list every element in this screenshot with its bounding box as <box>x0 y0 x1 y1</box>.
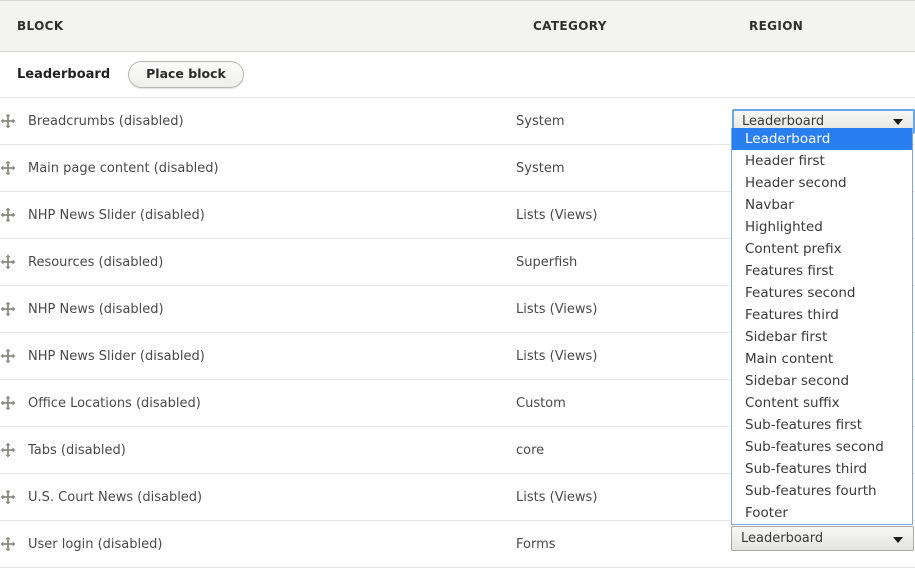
region-option[interactable]: Content suffix <box>732 392 912 414</box>
column-header-category-label: CATEGORY <box>533 19 607 33</box>
block-name-label: User login (disabled) <box>28 536 163 552</box>
category-label: System <box>516 113 565 129</box>
region-option[interactable]: Footer <box>732 502 912 524</box>
cell-block: Main page content (disabled) <box>0 144 516 192</box>
move-drag-icon[interactable] <box>0 395 20 411</box>
move-drag-icon[interactable] <box>0 113 20 129</box>
column-header-region: REGION <box>732 0 915 52</box>
cell-block: NHP News Slider (disabled) <box>0 332 516 380</box>
region-option[interactable]: Header second <box>732 172 912 194</box>
category-label: Lists (Views) <box>516 348 598 364</box>
cell-block: Tabs (disabled) <box>0 426 516 474</box>
category-label: Lists (Views) <box>516 207 598 223</box>
move-drag-icon[interactable] <box>0 160 20 176</box>
cell-block: Resources (disabled) <box>0 238 516 286</box>
table-header-row: BLOCK CATEGORY REGION <box>0 0 915 52</box>
cell-block: Breadcrumbs (disabled) <box>0 97 516 145</box>
category-label: Custom <box>516 395 566 411</box>
block-name-label: U.S. Court News (disabled) <box>28 489 203 505</box>
cell-category: System <box>516 97 732 145</box>
region-option[interactable]: Highlighted <box>732 216 912 238</box>
cell-category: Superfish <box>516 238 732 286</box>
move-drag-icon[interactable] <box>0 536 20 552</box>
region-select-closed-wrapper: Leaderboard <box>731 526 914 551</box>
cell-category: Lists (Views) <box>516 473 732 521</box>
region-option[interactable]: Features first <box>732 260 912 282</box>
block-name-label: Tabs (disabled) <box>28 442 126 458</box>
cell-block: NHP News Slider (disabled) <box>0 191 516 239</box>
block-name-label: Resources (disabled) <box>28 254 164 270</box>
move-drag-icon[interactable] <box>0 489 20 505</box>
region-select-closed-value: Leaderboard <box>741 531 824 546</box>
block-name-label: Breadcrumbs (disabled) <box>28 113 184 129</box>
region-group-cell: Leaderboard Place block <box>0 51 915 98</box>
cell-category: Lists (Views) <box>516 191 732 239</box>
region-option[interactable]: Content prefix <box>732 238 912 260</box>
table-header: BLOCK CATEGORY REGION <box>0 0 915 52</box>
region-group-row: Leaderboard Place block <box>0 51 915 98</box>
region-select-open-value: Leaderboard <box>742 113 825 129</box>
region-select-closed[interactable]: Leaderboard <box>731 526 914 551</box>
cell-category: Lists (Views) <box>516 332 732 380</box>
block-name-label: Office Locations (disabled) <box>28 395 201 411</box>
category-label: System <box>516 160 565 176</box>
block-name-label: Main page content (disabled) <box>28 160 219 176</box>
region-option[interactable]: Sub-features third <box>732 458 912 480</box>
region-select-dropdown-list[interactable]: Leaderboard Header first Header second Navb… <box>731 128 913 525</box>
column-header-region-label: REGION <box>749 19 804 33</box>
chevron-down-icon <box>893 536 903 543</box>
category-label: Superfish <box>516 254 578 270</box>
region-option[interactable]: Sub-features second <box>732 436 912 458</box>
region-option[interactable]: Sub-features fourth <box>732 480 912 502</box>
move-drag-icon[interactable] <box>0 348 20 364</box>
region-option[interactable]: Features third <box>732 304 912 326</box>
region-option[interactable]: Sub-features first <box>732 414 912 436</box>
cell-category: core <box>516 426 732 474</box>
category-label: Forms <box>516 536 556 552</box>
cell-category: Custom <box>516 379 732 427</box>
column-header-block: BLOCK <box>0 0 516 52</box>
category-label: Lists (Views) <box>516 301 598 317</box>
region-option[interactable]: Main content <box>732 348 912 370</box>
region-group-title: Leaderboard <box>17 67 111 82</box>
chevron-down-icon <box>893 119 903 125</box>
block-name-label: NHP News Slider (disabled) <box>28 348 205 364</box>
region-option[interactable]: Sidebar first <box>732 326 912 348</box>
region-option[interactable]: Navbar <box>732 194 912 216</box>
column-header-category: CATEGORY <box>516 0 732 52</box>
move-drag-icon[interactable] <box>0 207 20 223</box>
cell-category: Lists (Views) <box>516 285 732 333</box>
cell-block: User login (disabled) <box>0 520 516 568</box>
move-drag-icon[interactable] <box>0 254 20 270</box>
region-option[interactable]: Sidebar second <box>732 370 912 392</box>
move-drag-icon[interactable] <box>0 301 20 317</box>
cell-category: System <box>516 144 732 192</box>
place-block-button[interactable]: Place block <box>128 60 244 89</box>
category-label: core <box>516 442 545 458</box>
category-label: Lists (Views) <box>516 489 598 505</box>
cell-block: Office Locations (disabled) <box>0 379 516 427</box>
cell-block: NHP News (disabled) <box>0 285 516 333</box>
cell-block: U.S. Court News (disabled) <box>0 473 516 521</box>
region-option[interactable]: Leaderboard <box>732 128 912 150</box>
cell-category: Forms <box>516 520 732 568</box>
block-name-label: NHP News (disabled) <box>28 301 164 317</box>
move-drag-icon[interactable] <box>0 442 20 458</box>
block-name-label: NHP News Slider (disabled) <box>28 207 205 223</box>
region-option[interactable]: Features second <box>732 282 912 304</box>
column-header-block-label: BLOCK <box>17 19 64 33</box>
region-option[interactable]: Header first <box>732 150 912 172</box>
